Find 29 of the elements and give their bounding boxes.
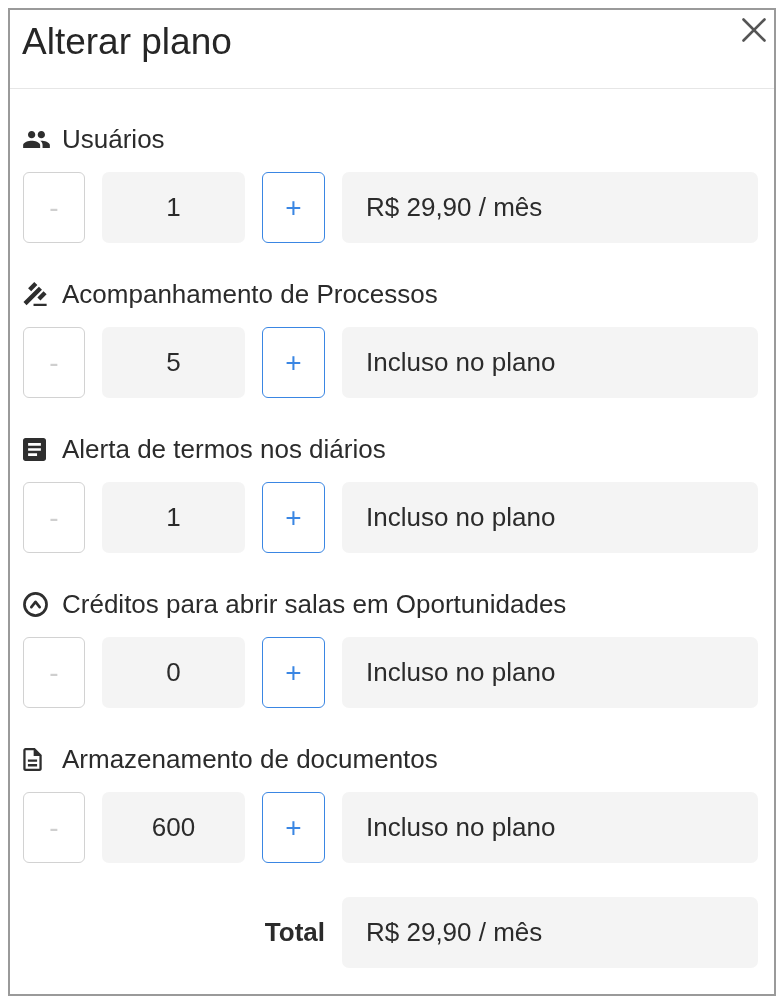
- increment-button[interactable]: +: [262, 637, 325, 708]
- price-field: R$ 29,90 / mês: [342, 172, 758, 243]
- people-icon: [23, 130, 50, 148]
- price-field: Incluso no plano: [342, 792, 758, 863]
- increment-button[interactable]: +: [262, 482, 325, 553]
- price-field: Incluso no plano: [342, 482, 758, 553]
- dialog-title: Alterar plano: [22, 20, 232, 64]
- total-price-field: R$ 29,90 / mês: [342, 897, 758, 968]
- item-label: Usuários: [62, 124, 165, 154]
- quantity-field[interactable]: 1: [102, 482, 245, 553]
- chevron-circle-icon: [23, 591, 48, 617]
- quantity-field[interactable]: 5: [102, 327, 245, 398]
- item-label: Armazenamento de documentos: [62, 744, 438, 774]
- close-icon[interactable]: [742, 18, 766, 42]
- item-label: Créditos para abrir salas em Oportunidades: [62, 589, 567, 619]
- document-icon: [23, 747, 42, 771]
- quantity-field[interactable]: 1: [102, 172, 245, 243]
- notes-icon: [23, 437, 46, 461]
- increment-button[interactable]: +: [262, 792, 325, 863]
- quantity-field[interactable]: 0: [102, 637, 245, 708]
- price-field: Incluso no plano: [342, 327, 758, 398]
- total-label: Total: [264, 917, 325, 948]
- increment-button[interactable]: +: [262, 327, 325, 398]
- price-field: Incluso no plano: [342, 637, 758, 708]
- item-label: Acompanhamento de Processos: [62, 279, 438, 309]
- gavel-icon: [23, 282, 47, 306]
- item-label: Alerta de termos nos diários: [62, 434, 386, 464]
- increment-button[interactable]: +: [262, 172, 325, 243]
- quantity-field[interactable]: 600: [102, 792, 245, 863]
